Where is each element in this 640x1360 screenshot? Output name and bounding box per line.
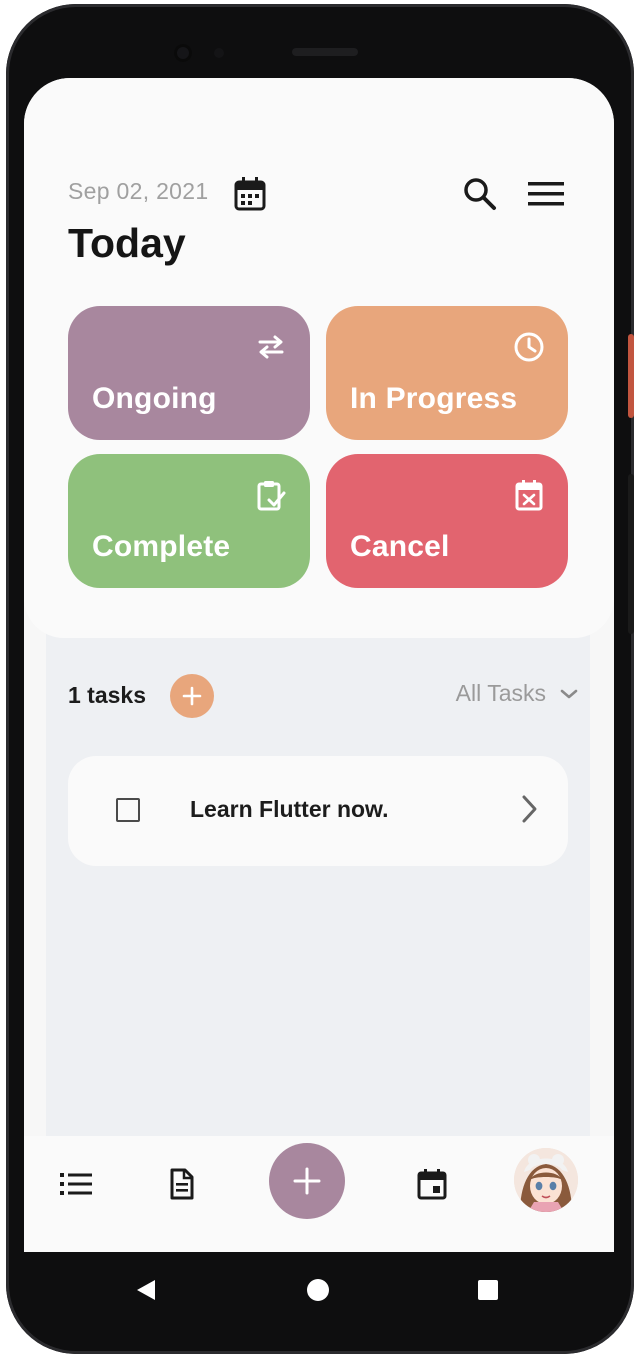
system-home-button[interactable] [304,1276,332,1304]
task-title: Learn Flutter now. [190,796,389,822]
recents-square-icon [478,1280,498,1300]
system-navigation-bar [24,1252,614,1326]
status-card-label: Ongoing [92,382,217,415]
calendar-icon [234,177,266,211]
status-card-ongoing[interactable]: Ongoing [68,306,310,440]
status-card-label: Complete [92,530,231,563]
date-picker-button[interactable] [230,174,270,214]
volume-button [628,474,634,634]
task-count: 1 tasks [68,682,147,708]
add-icon [293,1167,321,1195]
current-date: Sep 02, 2021 [68,178,209,204]
app-screen: Sep 02, 2021 Today Ongoing In Progress C… [24,78,614,1252]
nav-notes-button[interactable] [162,1164,202,1204]
filter-label: All Tasks [455,680,546,706]
document-icon [170,1168,194,1200]
search-button[interactable] [458,174,502,214]
swap-arrows-icon [254,330,288,364]
nav-calendar-button[interactable] [412,1164,452,1204]
task-summary-row: 1 tasks All Tasks [68,672,588,720]
add-task-fab[interactable] [269,1143,345,1219]
system-recents-button[interactable] [474,1276,502,1304]
calendar-icon [417,1169,447,1200]
clock-icon [512,330,546,364]
page-title: Today [68,220,186,266]
list-icon [60,1173,92,1195]
plus-icon [182,686,202,706]
power-button [628,334,634,418]
clipboard-check-icon [254,478,288,512]
front-camera [174,44,192,62]
status-card-cancel[interactable]: Cancel [326,454,568,588]
status-card-label: In Progress [350,382,518,415]
header-panel: Sep 02, 2021 Today Ongoing In Progress C… [24,78,614,638]
calendar-x-icon [512,478,546,512]
task-checkbox[interactable] [116,798,140,822]
chevron-right-icon [520,794,538,829]
bottom-navigation [24,1136,614,1252]
search-icon [464,178,496,210]
avatar-image [514,1148,578,1212]
user-avatar[interactable] [514,1148,578,1212]
chevron-down-icon [560,689,578,698]
task-filter-dropdown[interactable]: All Tasks [456,680,578,707]
task-list-item[interactable]: Learn Flutter now. [68,756,568,866]
earpiece [292,48,358,56]
back-triangle-icon [137,1280,155,1300]
proximity-sensor [214,48,224,58]
add-task-small-button[interactable] [170,674,214,718]
status-card-label: Cancel [350,530,450,563]
menu-button[interactable] [524,174,568,214]
nav-list-button[interactable] [56,1164,96,1204]
home-circle-icon [307,1279,329,1301]
hamburger-menu-icon [528,182,564,206]
status-card-complete[interactable]: Complete [68,454,310,588]
status-card-in-progress[interactable]: In Progress [326,306,568,440]
system-back-button[interactable] [132,1276,160,1304]
